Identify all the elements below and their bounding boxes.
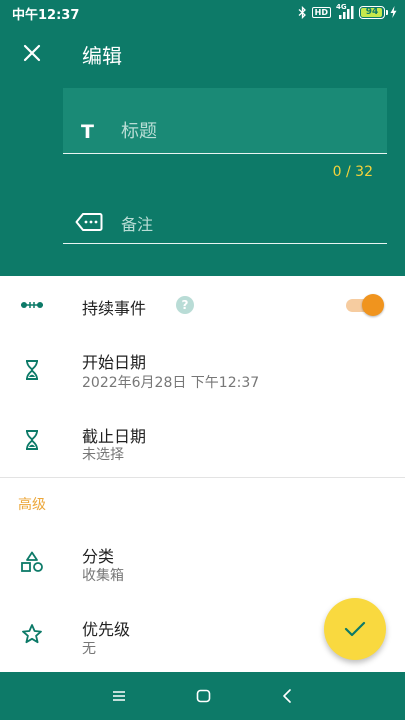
end-date-row[interactable]: 截止日期 未选择 bbox=[0, 406, 405, 476]
shapes-icon bbox=[18, 548, 46, 576]
battery-percent: 94 bbox=[365, 7, 379, 17]
duration-event-label: 持续事件 bbox=[82, 299, 147, 318]
home-square-icon bbox=[196, 689, 210, 703]
back-chevron-icon bbox=[283, 689, 291, 703]
status-bar: 中午12:37 HD 4G 94 bbox=[0, 0, 405, 24]
status-icons: HD 4G 94 bbox=[298, 2, 397, 20]
toggle-thumb bbox=[362, 294, 384, 316]
category-value: 收集箱 bbox=[82, 568, 124, 584]
navigation-bar bbox=[0, 672, 405, 720]
hd-badge: HD bbox=[311, 6, 331, 18]
section-divider bbox=[0, 477, 405, 478]
advanced-section-title: 高级 bbox=[18, 497, 46, 513]
page-title: 编辑 bbox=[82, 44, 122, 68]
signal-icon: 4G bbox=[336, 2, 354, 19]
menu-icon bbox=[113, 691, 125, 701]
duration-event-row[interactable]: 持续事件 bbox=[0, 276, 405, 334]
title-input[interactable] bbox=[121, 118, 371, 144]
header-panel: 中午12:37 HD 4G 94 编辑 T 0 / 3 bbox=[0, 0, 405, 276]
priority-value: 无 bbox=[82, 641, 96, 657]
title-char-counter: 0 / 32 bbox=[332, 164, 373, 180]
star-icon bbox=[18, 620, 46, 648]
battery-indicator: 94 bbox=[359, 5, 388, 19]
check-icon bbox=[344, 621, 366, 637]
start-date-label: 开始日期 bbox=[82, 353, 147, 372]
home-nav-button[interactable] bbox=[188, 682, 218, 710]
close-icon bbox=[23, 44, 41, 62]
top-bar: 编辑 bbox=[0, 30, 405, 76]
start-date-value: 2022年6月28日 下午12:37 bbox=[82, 375, 260, 391]
status-time: 中午12:37 bbox=[12, 8, 80, 23]
hourglass-icon bbox=[18, 356, 46, 384]
end-date-value: 未选择 bbox=[82, 447, 124, 463]
duration-icon bbox=[18, 291, 46, 319]
note-input[interactable] bbox=[121, 212, 371, 236]
back-nav-button[interactable] bbox=[272, 682, 302, 710]
title-field[interactable]: T bbox=[63, 88, 387, 154]
note-field[interactable] bbox=[63, 200, 387, 244]
note-tag-icon bbox=[75, 212, 103, 236]
menu-nav-button[interactable] bbox=[104, 682, 134, 710]
category-row[interactable]: 分类 收集箱 bbox=[0, 528, 405, 598]
help-icon[interactable]: ? bbox=[176, 296, 194, 314]
confirm-button[interactable] bbox=[324, 598, 386, 660]
priority-label: 优先级 bbox=[82, 620, 131, 639]
duration-event-toggle[interactable] bbox=[346, 294, 384, 316]
close-button[interactable] bbox=[18, 39, 46, 67]
start-date-row[interactable]: 开始日期 2022年6月28日 下午12:37 bbox=[0, 336, 405, 406]
bluetooth-icon bbox=[298, 5, 307, 19]
text-title-icon: T bbox=[81, 121, 94, 143]
network-type-label: 4G bbox=[336, 2, 347, 11]
charging-icon bbox=[390, 6, 397, 18]
hourglass-icon bbox=[18, 426, 46, 454]
category-label: 分类 bbox=[82, 547, 115, 566]
